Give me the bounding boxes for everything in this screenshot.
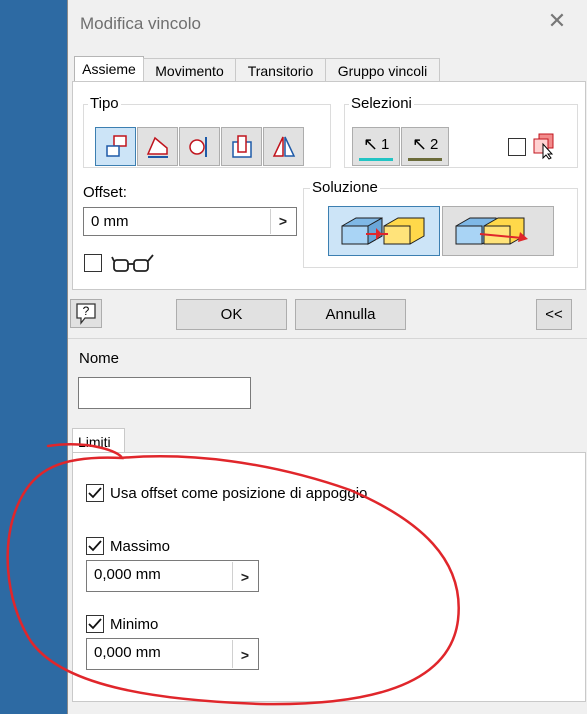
angle-type-button[interactable] xyxy=(137,127,178,166)
close-icon[interactable]: ✕ xyxy=(546,10,568,32)
mate-solution-icon xyxy=(341,217,425,245)
tab-transitorio[interactable]: Transitorio xyxy=(235,58,326,82)
minimo-input[interactable]: 0,000 mm > xyxy=(86,638,259,670)
flush-solution-icon xyxy=(455,217,528,245)
minimo-label: Minimo xyxy=(110,616,159,633)
angle-icon xyxy=(146,136,168,158)
use-offset-label: Usa offset come posizione di appoggio xyxy=(110,485,368,502)
soluzione-label: Soluzione xyxy=(310,179,380,196)
cursor-arrow-icon: ↖ xyxy=(412,134,428,154)
symmetry-icon xyxy=(272,136,295,157)
help-icon: ? xyxy=(76,303,96,325)
collapse-button[interactable]: << xyxy=(536,299,572,330)
tangent-icon xyxy=(188,137,207,157)
use-offset-checkbox[interactable] xyxy=(86,484,104,502)
mate-icon xyxy=(105,135,127,157)
massimo-value: 0,000 mm xyxy=(94,566,161,583)
tab-limiti[interactable]: Limiti xyxy=(72,428,125,453)
minimo-arrow-button[interactable]: > xyxy=(232,640,257,668)
minimo-value: 0,000 mm xyxy=(94,644,161,661)
svg-text:?: ? xyxy=(83,304,90,318)
massimo-arrow-button[interactable]: > xyxy=(232,562,257,590)
check-icon xyxy=(88,487,102,499)
first-selection-button[interactable]: ↖ 1 xyxy=(352,127,400,166)
mate-solution-button[interactable] xyxy=(328,206,440,256)
mate-type-button[interactable] xyxy=(95,127,136,166)
dialog-title: Modifica vincolo xyxy=(80,14,201,33)
second-selection-label: 2 xyxy=(430,136,439,153)
cancel-button[interactable]: Annulla xyxy=(295,299,406,330)
help-button[interactable]: ? xyxy=(70,299,102,328)
pick-part-first-icon[interactable] xyxy=(531,132,557,160)
minimo-checkbox[interactable] xyxy=(86,615,104,633)
massimo-label: Massimo xyxy=(110,538,171,555)
check-icon xyxy=(88,540,102,552)
ok-button[interactable]: OK xyxy=(176,299,287,330)
nome-input[interactable] xyxy=(78,377,251,409)
tangent-type-button[interactable] xyxy=(179,127,220,166)
flush-solution-button[interactable] xyxy=(442,206,554,256)
first-selection-color-bar xyxy=(359,158,393,161)
insert-type-button[interactable] xyxy=(221,127,262,166)
symmetry-type-button[interactable] xyxy=(263,127,304,166)
check-icon xyxy=(88,618,102,630)
first-selection-label: 1 xyxy=(381,136,390,153)
preview-checkbox[interactable] xyxy=(84,254,102,272)
divider xyxy=(68,338,587,339)
limiti-panel: Usa offset come posizione di appoggio Ma… xyxy=(72,452,586,702)
first-occurrence-checkbox[interactable] xyxy=(508,138,526,156)
insert-icon xyxy=(231,135,252,158)
assieme-panel: Tipo Selezioni ↖ 1 ↖ 2 Offset: 0 mm > So… xyxy=(72,81,586,290)
tab-gruppo-vincoli[interactable]: Gruppo vincoli xyxy=(325,58,440,82)
second-selection-color-bar xyxy=(408,158,442,161)
massimo-checkbox[interactable] xyxy=(86,537,104,555)
tipo-label: Tipo xyxy=(88,95,121,112)
tab-movimento[interactable]: Movimento xyxy=(143,58,236,82)
modifica-vincolo-dialog: Modifica vincolo ✕ Assieme Movimento Tra… xyxy=(67,0,587,714)
offset-label: Offset: xyxy=(83,184,127,201)
selezioni-label: Selezioni xyxy=(349,95,414,112)
second-selection-button[interactable]: ↖ 2 xyxy=(401,127,449,166)
tab-assieme[interactable]: Assieme xyxy=(74,56,144,82)
massimo-input[interactable]: 0,000 mm > xyxy=(86,560,259,592)
offset-arrow-button[interactable]: > xyxy=(270,209,295,234)
cursor-arrow-icon: ↖ xyxy=(363,134,379,154)
offset-value: 0 mm xyxy=(91,213,129,230)
nome-label: Nome xyxy=(79,350,120,367)
glasses-icon xyxy=(111,254,154,272)
offset-input[interactable]: 0 mm > xyxy=(83,207,297,236)
